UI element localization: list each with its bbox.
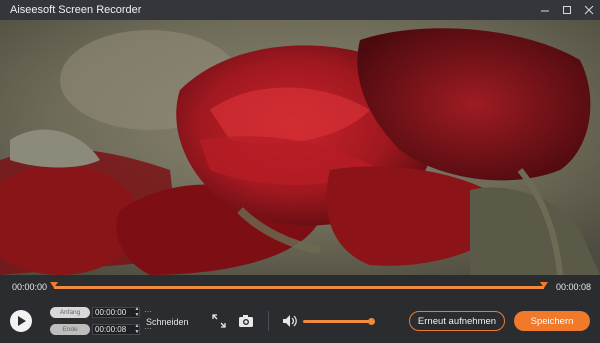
volume-slider[interactable] bbox=[303, 320, 373, 323]
volume-handle[interactable] bbox=[368, 318, 375, 325]
speaker-icon[interactable] bbox=[282, 314, 298, 333]
rerecord-button[interactable]: Erneut aufnehmen bbox=[409, 311, 505, 331]
fullscreen-icon[interactable] bbox=[212, 314, 226, 333]
timeline-bar: 00:00:00 00:00:08 bbox=[0, 275, 600, 299]
close-icon[interactable] bbox=[578, 0, 600, 20]
save-button[interactable]: Speichern bbox=[514, 311, 590, 331]
start-time-stepper[interactable]: ▲ ▼ bbox=[134, 306, 140, 318]
rose-video-frame bbox=[0, 20, 600, 275]
end-time-field[interactable]: 00:00:08 bbox=[92, 324, 140, 335]
end-label: Ende bbox=[50, 324, 90, 335]
timeline-track[interactable] bbox=[54, 286, 544, 289]
start-more-button[interactable]: ··· bbox=[144, 307, 152, 316]
current-time: 00:00:00 bbox=[12, 282, 48, 292]
window-controls bbox=[534, 0, 600, 20]
control-bar: Anfang 00:00:00 ▲ ▼ ··· Ende 00:00:08 ▲ ▼ … bbox=[0, 299, 600, 343]
cut-button[interactable]: Schneiden bbox=[146, 317, 189, 327]
trim-start-handle[interactable] bbox=[50, 282, 58, 288]
maximize-icon[interactable] bbox=[556, 0, 578, 20]
start-label: Anfang bbox=[50, 307, 90, 318]
minimize-icon[interactable] bbox=[534, 0, 556, 20]
window-title: Aiseesoft Screen Recorder bbox=[10, 4, 142, 16]
title-bar: Aiseesoft Screen Recorder bbox=[0, 0, 600, 20]
play-icon bbox=[18, 316, 26, 326]
trim-end-handle[interactable] bbox=[540, 282, 548, 288]
play-button[interactable] bbox=[10, 310, 32, 332]
video-preview bbox=[0, 20, 600, 275]
camera-icon[interactable] bbox=[238, 314, 254, 333]
end-time-stepper[interactable]: ▲ ▼ bbox=[134, 323, 140, 335]
start-time-field[interactable]: 00:00:00 bbox=[92, 307, 140, 318]
total-time: 00:00:08 bbox=[556, 282, 592, 292]
divider bbox=[268, 311, 269, 331]
